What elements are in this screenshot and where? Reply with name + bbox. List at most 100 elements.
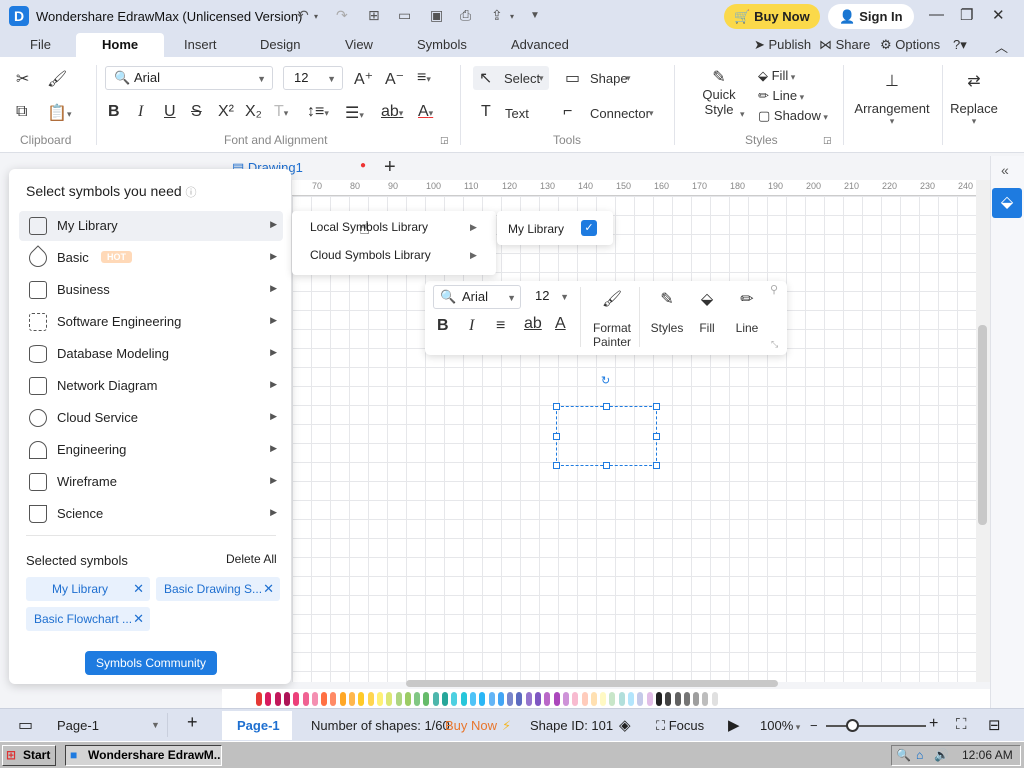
color-swatch[interactable] bbox=[376, 692, 383, 706]
delete-all-button[interactable]: Delete All bbox=[226, 552, 277, 566]
cloud-symbols-library-item[interactable]: Cloud Symbols Library bbox=[310, 248, 431, 262]
copy-icon[interactable]: ⧉ bbox=[16, 103, 27, 121]
collapse-ribbon-icon[interactable]: ︿ bbox=[995, 37, 1008, 56]
add-page-icon[interactable]: + bbox=[187, 712, 198, 733]
color-swatch[interactable] bbox=[590, 692, 597, 706]
page-selector[interactable]: Page-1 ▼ bbox=[48, 713, 168, 737]
color-swatch[interactable] bbox=[460, 692, 467, 706]
color-swatch[interactable] bbox=[414, 692, 421, 706]
decrease-font-icon[interactable]: A⁻ bbox=[385, 69, 404, 89]
color-swatch[interactable] bbox=[386, 692, 393, 706]
italic-icon[interactable]: I bbox=[138, 103, 143, 121]
float-italic-icon[interactable]: I bbox=[469, 317, 474, 335]
subscript-icon[interactable]: X₂ bbox=[245, 103, 262, 121]
arrangement-button[interactable]: ⊥ Arrangement ▾ bbox=[852, 71, 932, 127]
category-software-engineering[interactable]: Software Engineering ▶ bbox=[19, 307, 283, 337]
color-swatch[interactable] bbox=[293, 692, 300, 706]
color-swatch[interactable] bbox=[507, 692, 514, 706]
color-swatch[interactable] bbox=[256, 692, 262, 706]
symbols-community-button[interactable]: Symbols Community bbox=[85, 651, 217, 675]
float-align-icon[interactable]: ≡ bbox=[496, 317, 505, 335]
font-color-icon[interactable]: A▾ bbox=[418, 103, 433, 121]
float-line-button[interactable]: ✏ Line bbox=[729, 289, 765, 335]
layers-icon[interactable]: ◈ bbox=[619, 716, 631, 734]
category-business[interactable]: Business ▶ bbox=[19, 275, 283, 305]
undo-icon[interactable]: ↶ bbox=[297, 7, 309, 24]
active-page-tab[interactable]: Page-1 bbox=[222, 711, 292, 740]
export-icon[interactable]: ⇪ bbox=[491, 7, 503, 24]
category-database-modeling[interactable]: Database Modeling ▶ bbox=[19, 339, 283, 369]
float-size-select[interactable]: 12 ▼ bbox=[527, 285, 573, 309]
font-settings-icon[interactable]: ◲ bbox=[440, 135, 449, 146]
horizontal-scroll-thumb[interactable] bbox=[406, 680, 778, 687]
page-panel-icon[interactable]: ▭ bbox=[18, 715, 33, 735]
align-icon[interactable]: ≡▾ bbox=[417, 69, 431, 87]
increase-font-icon[interactable]: A⁺ bbox=[354, 69, 373, 89]
zoom-out-icon[interactable]: − bbox=[810, 718, 818, 733]
line-spacing-icon[interactable]: ↕≡▾ bbox=[307, 103, 329, 121]
paste-dropdown-icon[interactable]: ▾ bbox=[67, 109, 72, 120]
quick-style-button[interactable]: ✎ Quick Style bbox=[694, 67, 744, 127]
share-button[interactable]: ⋈ Share bbox=[819, 37, 870, 53]
color-swatch[interactable] bbox=[655, 692, 662, 706]
float-fill-button[interactable]: ⬙ Fill bbox=[689, 289, 725, 335]
bold-icon[interactable]: B bbox=[108, 103, 120, 121]
redo-icon[interactable]: ↷ bbox=[336, 7, 348, 24]
color-swatch[interactable] bbox=[432, 692, 439, 706]
fit-page-icon[interactable]: ⛶ bbox=[956, 716, 967, 733]
format-panel-paint-icon[interactable]: ⬙ bbox=[992, 188, 1022, 218]
color-swatch[interactable] bbox=[311, 692, 318, 706]
selected-rectangle-shape[interactable] bbox=[553, 403, 660, 469]
tab-file[interactable]: File bbox=[30, 37, 51, 52]
publish-button[interactable]: ➤ Publish bbox=[754, 37, 811, 53]
color-swatch[interactable] bbox=[302, 692, 309, 706]
color-swatch[interactable] bbox=[683, 692, 690, 706]
resize-handle[interactable] bbox=[553, 433, 560, 440]
add-document-tab-icon[interactable]: + bbox=[384, 156, 396, 179]
select-tool-button[interactable]: ↖ Select ▾ bbox=[473, 66, 549, 90]
remove-chip-icon[interactable]: ✕ bbox=[133, 577, 144, 601]
restore-icon[interactable]: ❐ bbox=[960, 6, 973, 24]
color-swatch[interactable] bbox=[516, 692, 523, 706]
tab-advanced[interactable]: Advanced bbox=[511, 37, 569, 52]
color-swatch[interactable] bbox=[265, 692, 272, 706]
play-icon[interactable]: ▶ bbox=[728, 716, 740, 734]
color-swatch[interactable] bbox=[525, 692, 532, 706]
format-painter-button[interactable]: 🖌 Format Painter bbox=[589, 289, 635, 349]
close-window-icon[interactable]: ✕ bbox=[992, 6, 1005, 24]
zoom-slider-handle[interactable] bbox=[846, 719, 859, 732]
color-swatch[interactable] bbox=[581, 692, 588, 706]
category-wireframe[interactable]: Wireframe ▶ bbox=[19, 467, 283, 497]
resize-handle[interactable] bbox=[653, 433, 660, 440]
resize-handle[interactable] bbox=[603, 403, 610, 410]
category-basic[interactable]: Basic HOT ▶ bbox=[19, 243, 283, 273]
checkbox-checked-icon[interactable]: ✓ bbox=[581, 220, 597, 236]
color-swatch[interactable] bbox=[321, 692, 328, 706]
color-swatch[interactable] bbox=[711, 692, 718, 706]
resize-handle[interactable] bbox=[603, 462, 610, 469]
float-font-select[interactable]: 🔍 Arial ▼ bbox=[433, 285, 521, 309]
expand-panel-icon[interactable]: « bbox=[1001, 162, 1009, 178]
shrink-icon[interactable]: ⤡ bbox=[771, 339, 778, 350]
paste-icon[interactable]: 📋 bbox=[47, 103, 67, 123]
export-dropdown-icon[interactable]: ▾ bbox=[510, 12, 514, 21]
help-icon[interactable]: ?▾ bbox=[953, 37, 967, 53]
color-swatch[interactable] bbox=[349, 692, 355, 706]
resize-handle[interactable] bbox=[553, 403, 560, 410]
color-swatch[interactable] bbox=[600, 692, 607, 706]
start-button[interactable]: ⊞ Start bbox=[2, 745, 56, 766]
connector-tool-button[interactable]: ⌐ Connector ▾ bbox=[563, 101, 663, 125]
tab-home[interactable]: Home bbox=[76, 33, 165, 57]
styles-settings-icon[interactable]: ◲ bbox=[823, 135, 832, 146]
status-buy-now-link[interactable]: Buy Now bbox=[445, 718, 497, 733]
undo-dropdown-icon[interactable]: ▾ bbox=[314, 12, 318, 21]
format-brush-icon[interactable]: 🖌 bbox=[47, 69, 67, 89]
open-folder-icon[interactable]: ▭ bbox=[398, 7, 411, 24]
color-swatch[interactable] bbox=[562, 692, 569, 706]
superscript-icon[interactable]: X² bbox=[218, 103, 234, 121]
print-icon[interactable]: ⎙ bbox=[460, 7, 471, 24]
options-button[interactable]: ⚙ Options bbox=[880, 37, 940, 53]
new-file-icon[interactable]: ⊞ bbox=[368, 7, 380, 24]
tab-insert[interactable]: Insert bbox=[184, 37, 217, 52]
color-swatch[interactable] bbox=[535, 692, 541, 706]
